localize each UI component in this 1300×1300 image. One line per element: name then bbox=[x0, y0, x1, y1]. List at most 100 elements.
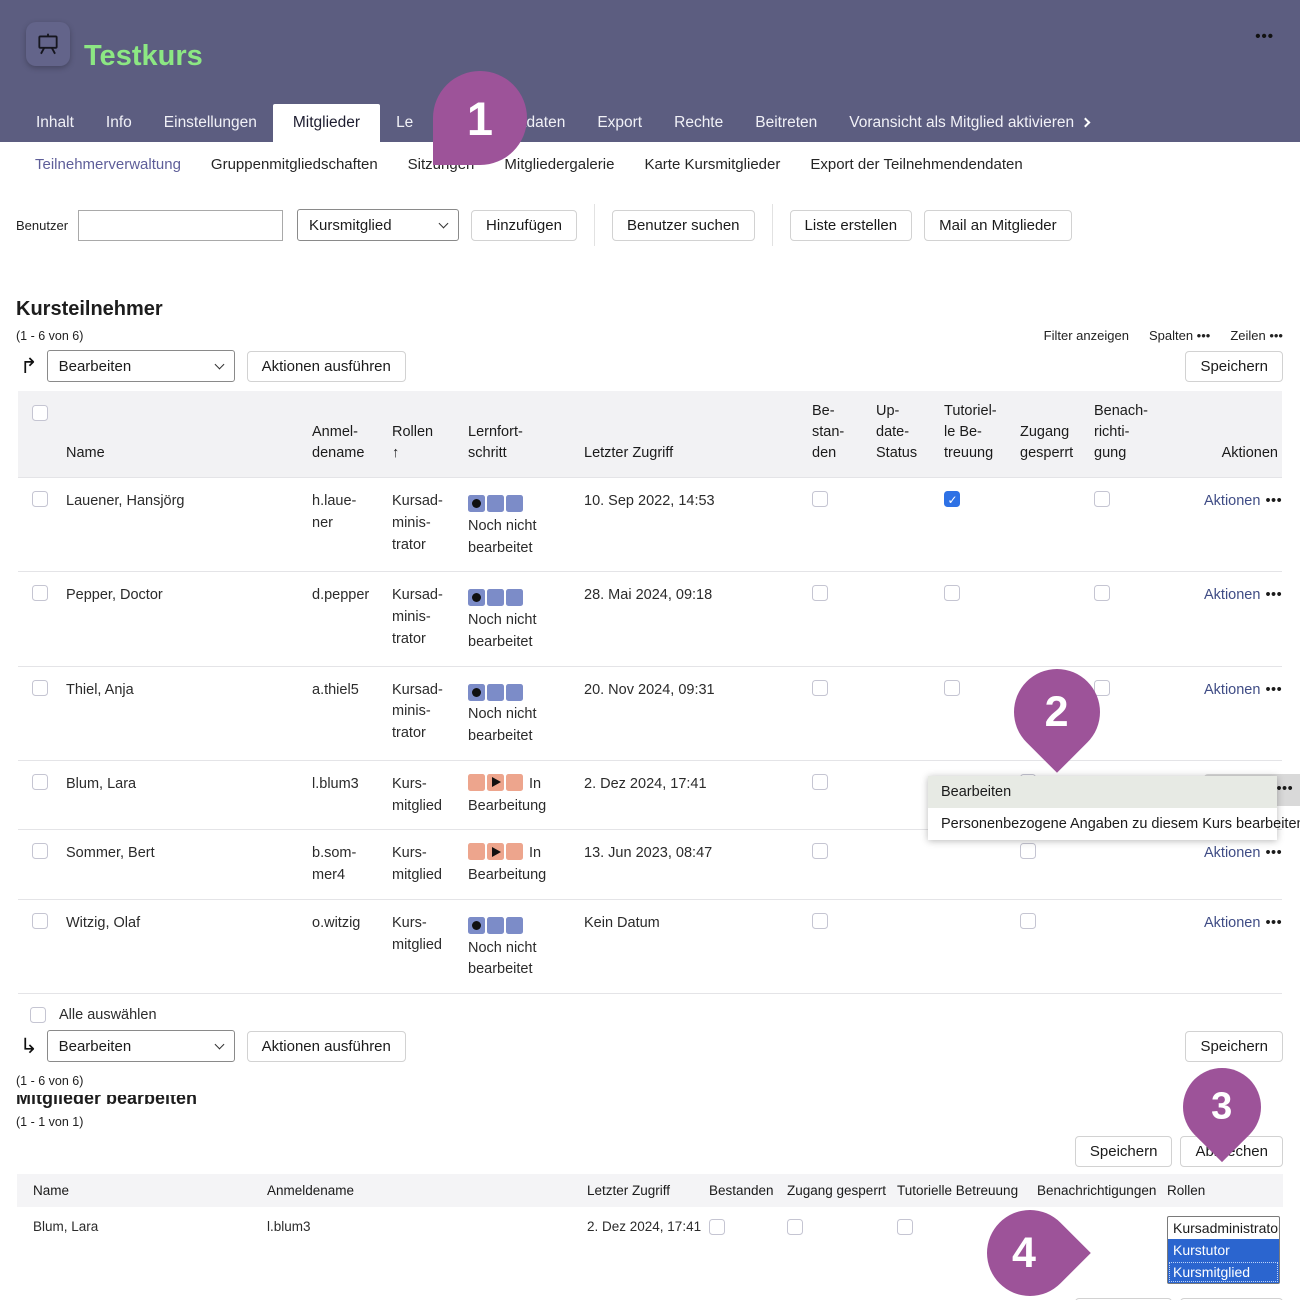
row-checkbox[interactable] bbox=[32, 680, 48, 696]
menu-item-personenbezogene-angaben[interactable]: Personenbezogene Angaben zu diesem Kurs … bbox=[928, 808, 1277, 840]
cell-name: Blum, Lara bbox=[17, 1207, 267, 1284]
aktionen-link[interactable]: Aktionen••• bbox=[1204, 915, 1282, 931]
role-option-kursadministrator[interactable]: Kursadministrator bbox=[1168, 1217, 1279, 1239]
bestanden-checkbox[interactable] bbox=[812, 774, 828, 790]
benachrichtigung-checkbox[interactable] bbox=[1094, 585, 1110, 601]
aktionen-link[interactable]: Aktionen••• bbox=[1204, 845, 1282, 861]
select-all-label: Alle auswählen bbox=[59, 1007, 157, 1023]
zugang-checkbox[interactable] bbox=[1020, 913, 1036, 929]
speichern-button-bottom[interactable]: Speichern bbox=[1185, 1031, 1283, 1062]
progress-label: Noch nicht bearbeitet bbox=[468, 938, 576, 982]
bestanden-checkbox[interactable] bbox=[709, 1219, 725, 1235]
speichern-button-top[interactable]: Speichern bbox=[1185, 351, 1283, 382]
spalten-link[interactable]: Spalten ••• bbox=[1149, 328, 1210, 343]
tab-beitreten[interactable]: Beitreten bbox=[739, 104, 833, 142]
tab-rechte[interactable]: Rechte bbox=[658, 104, 739, 142]
header-more-menu-icon[interactable]: ••• bbox=[1255, 28, 1274, 45]
tutorielle-checkbox[interactable] bbox=[897, 1219, 913, 1235]
aktionen-ausfuehren-button-bottom[interactable]: Aktionen ausführen bbox=[247, 1031, 406, 1062]
cell-role: Kursad- minis- trator bbox=[392, 478, 468, 572]
filter-anzeigen-link[interactable]: Filter anzeigen bbox=[1044, 328, 1129, 343]
zeilen-link[interactable]: Zeilen ••• bbox=[1230, 328, 1283, 343]
cell-last-access: Kein Datum bbox=[584, 899, 812, 993]
role-select[interactable]: Kursmitglied bbox=[297, 209, 459, 241]
chevron-right-icon bbox=[1081, 118, 1091, 128]
col-benachrichtigung[interactable]: Benach- richti- gung bbox=[1094, 391, 1204, 478]
aktionen-ausfuehren-button[interactable]: Aktionen ausführen bbox=[247, 351, 406, 382]
tab-export[interactable]: Export bbox=[581, 104, 658, 142]
aktionen-link[interactable]: Aktionen••• bbox=[1204, 587, 1282, 603]
bulk-arrow-icon: ↱ bbox=[20, 354, 38, 379]
edit-panel-count: (1 - 1 von 1) bbox=[16, 1115, 1284, 1129]
col-rollen-sorted[interactable]: Rollen ↑ bbox=[392, 391, 468, 478]
subtab-mitgliedergalerie[interactable]: Mitgliedergalerie bbox=[504, 156, 614, 173]
benachrichtigung-checkbox[interactable] bbox=[1094, 491, 1110, 507]
edit-panel-buttons-top: Speichern Abbrechen bbox=[0, 1136, 1283, 1167]
bestanden-checkbox[interactable] bbox=[812, 491, 828, 507]
course-header: Testkurs ••• Inhalt Info Einstellungen M… bbox=[0, 0, 1300, 142]
col-bestanden[interactable]: Be- stan- den bbox=[812, 391, 876, 478]
bulk-action-select[interactable]: Bearbeiten bbox=[47, 350, 235, 382]
row-checkbox[interactable] bbox=[32, 843, 48, 859]
subtab-export-teilnehmendendaten[interactable]: Export der Teilnehmendendaten bbox=[810, 156, 1022, 173]
col-rollen: Rollen bbox=[1167, 1174, 1283, 1207]
row-checkbox[interactable] bbox=[32, 913, 48, 929]
select-all-header-checkbox[interactable] bbox=[32, 405, 48, 421]
subtab-gruppenmitgliedschaften[interactable]: Gruppenmitgliedschaften bbox=[211, 156, 378, 173]
subtab-teilnehmerverwaltung[interactable]: Teilnehmerverwaltung bbox=[35, 156, 181, 173]
aktionen-link[interactable]: Aktionen••• bbox=[1204, 682, 1282, 698]
subtab-karte-kursmitglieder[interactable]: Karte Kursmitglieder bbox=[644, 156, 780, 173]
tab-info[interactable]: Info bbox=[90, 104, 148, 142]
ellipsis-icon: ••• bbox=[1265, 845, 1282, 861]
speichern-button-panel-top[interactable]: Speichern bbox=[1075, 1136, 1173, 1167]
bestanden-checkbox[interactable] bbox=[812, 913, 828, 929]
benutzer-suchen-button[interactable]: Benutzer suchen bbox=[612, 210, 755, 241]
row-checkbox[interactable] bbox=[32, 491, 48, 507]
tab-inhalt[interactable]: Inhalt bbox=[20, 104, 90, 142]
zugang-checkbox[interactable] bbox=[787, 1219, 803, 1235]
aktionen-link[interactable]: Aktionen••• bbox=[1204, 493, 1282, 509]
table-row-witzig: Witzig, Olaf o.witzig Kurs- mitglied Noc… bbox=[18, 899, 1282, 993]
row-checkbox[interactable] bbox=[32, 585, 48, 601]
ellipsis-icon: ••• bbox=[1265, 587, 1282, 603]
ellipsis-icon: ••• bbox=[1265, 682, 1282, 698]
hinzufuegen-button[interactable]: Hinzufügen bbox=[471, 210, 577, 241]
role-option-kursmitglied[interactable]: Kursmitglied bbox=[1168, 1261, 1279, 1283]
divider bbox=[594, 204, 595, 246]
col-zugang-gesperrt[interactable]: Zugang gesperrt bbox=[1020, 391, 1094, 478]
bestanden-checkbox[interactable] bbox=[812, 843, 828, 859]
liste-erstellen-button[interactable]: Liste erstellen bbox=[790, 210, 913, 241]
ellipsis-icon: ••• bbox=[1265, 493, 1282, 509]
bulk-action-select-bottom[interactable]: Bearbeiten bbox=[47, 1030, 235, 1062]
table-row-sommer: Sommer, Bert b.som- mer4 Kurs- mitglied … bbox=[18, 830, 1282, 900]
course-tab-bar: Inhalt Info Einstellungen Mitglieder Le … bbox=[20, 104, 1105, 142]
mail-an-mitglieder-button[interactable]: Mail an Mitglieder bbox=[924, 210, 1072, 241]
zugang-checkbox[interactable] bbox=[1020, 843, 1036, 859]
row-checkbox[interactable] bbox=[32, 774, 48, 790]
aktionen-dropdown-menu: Bearbeiten Personenbezogene Angaben zu d… bbox=[928, 776, 1277, 840]
cell-progress: Noch nicht bearbeitet bbox=[468, 666, 584, 760]
cell-name: Sommer, Bert bbox=[66, 830, 312, 900]
col-tutorielle-betreuung[interactable]: Tutoriel- le Be- treuung bbox=[944, 391, 1020, 478]
tab-voransicht[interactable]: Voransicht als Mitglied aktivieren bbox=[833, 104, 1105, 142]
col-update-status[interactable]: Up- date- Status bbox=[876, 391, 944, 478]
select-all-checkbox[interactable] bbox=[30, 1007, 46, 1023]
bestanden-checkbox[interactable] bbox=[812, 680, 828, 696]
easel-board-icon bbox=[35, 31, 61, 57]
tutorielle-checkbox[interactable] bbox=[944, 680, 960, 696]
menu-item-bearbeiten[interactable]: Bearbeiten bbox=[928, 776, 1277, 808]
col-lernfortschritt[interactable]: Lernfort- schritt bbox=[468, 391, 584, 478]
benutzer-input[interactable] bbox=[78, 210, 283, 241]
col-letzter-zugriff[interactable]: Letzter Zugriff bbox=[584, 391, 812, 478]
col-name[interactable]: Name bbox=[66, 391, 312, 478]
bestanden-checkbox[interactable] bbox=[812, 585, 828, 601]
tutorielle-checkbox[interactable] bbox=[944, 491, 960, 507]
cell-username: a.thiel5 bbox=[312, 666, 392, 760]
progress-indicator bbox=[468, 589, 523, 606]
tab-einstellungen[interactable]: Einstellungen bbox=[148, 104, 273, 142]
tab-mitglieder[interactable]: Mitglieder bbox=[273, 104, 380, 142]
col-anmeldename[interactable]: Anmel- dename bbox=[312, 391, 392, 478]
tutorielle-checkbox[interactable] bbox=[944, 585, 960, 601]
role-option-kurstutor[interactable]: Kurstutor bbox=[1168, 1239, 1279, 1261]
roles-listbox[interactable]: Kursadministrator Kurstutor Kursmitglied bbox=[1167, 1216, 1280, 1284]
